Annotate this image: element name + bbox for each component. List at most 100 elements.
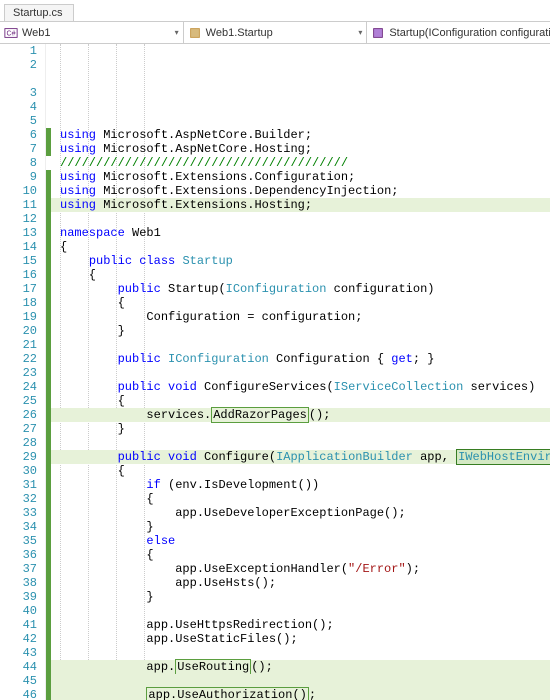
code-line[interactable] — [46, 646, 550, 660]
token-tp: IServiceCollection — [334, 380, 464, 394]
class-dropdown[interactable]: Web1.Startup ▾ — [184, 22, 368, 43]
change-bar — [46, 282, 51, 296]
token-kw: void — [168, 450, 197, 464]
token-id: { — [60, 492, 154, 506]
code-line[interactable]: { — [46, 240, 550, 254]
code-line[interactable]: app.UseDeveloperExceptionPage(); — [46, 506, 550, 520]
change-bar — [46, 394, 51, 408]
token-id: configuration; — [254, 310, 362, 324]
code-line[interactable]: using Microsoft.AspNetCore.Hosting; — [46, 142, 550, 156]
line-number-gutter: 1234567891011121314151617181920212223242… — [0, 44, 46, 700]
token-id: { — [60, 240, 67, 254]
code-line[interactable]: public void Configure(IApplicationBuilde… — [46, 450, 550, 464]
token-id: (); — [309, 408, 331, 422]
code-line[interactable]: { — [46, 268, 550, 282]
code-line[interactable]: namespace Web1 — [46, 226, 550, 240]
code-line[interactable]: using Microsoft.Extensions.DependencyInj… — [46, 184, 550, 198]
token-id — [60, 450, 118, 464]
change-bar — [46, 632, 51, 646]
code-line[interactable] — [46, 674, 550, 688]
token-id: app, — [413, 450, 456, 464]
code-line[interactable]: public class Startup — [46, 254, 550, 268]
token-id: services) — [463, 380, 535, 394]
code-line[interactable]: } — [46, 422, 550, 436]
code-line[interactable]: app.UseHttpsRedirection(); — [46, 618, 550, 632]
code-line[interactable]: { — [46, 394, 550, 408]
change-bar — [46, 366, 51, 380]
change-bar — [46, 478, 51, 492]
code-line[interactable]: { — [46, 548, 550, 562]
code-line[interactable] — [46, 604, 550, 618]
code-line[interactable] — [46, 366, 550, 380]
token-id: Configuration — [60, 310, 247, 324]
token-kw: public — [118, 450, 161, 464]
code-line[interactable]: public IConfiguration Configuration { ge… — [46, 352, 550, 366]
code-editor[interactable]: 1234567891011121314151617181920212223242… — [0, 44, 550, 700]
token-tp: Startup — [182, 254, 232, 268]
line-number: 35 — [0, 534, 37, 548]
change-bar — [46, 464, 51, 478]
token-id — [161, 380, 168, 394]
code-line[interactable]: app.UseExceptionHandler("/Error"); — [46, 562, 550, 576]
code-line[interactable]: if (env.IsDevelopment()) — [46, 478, 550, 492]
change-bar — [46, 674, 51, 688]
code-line[interactable]: { — [46, 464, 550, 478]
line-number: 12 — [0, 212, 37, 226]
class-icon — [188, 26, 202, 40]
code-line[interactable] — [46, 212, 550, 226]
line-number — [0, 72, 37, 86]
code-line[interactable]: //////////////////////////////////////// — [46, 156, 550, 170]
token-id: { — [60, 268, 96, 282]
change-bar — [46, 660, 51, 674]
project-dropdown[interactable]: C# Web1 ▾ — [0, 22, 184, 43]
line-number: 43 — [0, 646, 37, 660]
code-line[interactable]: app.UseStaticFiles(); — [46, 632, 550, 646]
code-line[interactable]: using Microsoft.Extensions.Hosting; — [46, 198, 550, 212]
code-line[interactable]: app.UseHsts(); — [46, 576, 550, 590]
code-line[interactable]: public void ConfigureServices(IServiceCo… — [46, 380, 550, 394]
token-id: ; — [309, 688, 316, 700]
token-id — [60, 534, 146, 548]
code-line[interactable]: else — [46, 534, 550, 548]
token-id: } — [60, 590, 154, 604]
code-line[interactable]: } — [46, 520, 550, 534]
code-line[interactable]: services.AddRazorPages(); — [46, 408, 550, 422]
token-id: Startup( — [161, 282, 226, 296]
code-line[interactable]: app.UseAuthorization(); — [46, 688, 550, 700]
token-id: Microsoft.Extensions.Configuration; — [96, 170, 355, 184]
member-dropdown[interactable]: Startup(IConfiguration configuration) — [367, 22, 550, 43]
line-number: 10 — [0, 184, 37, 198]
token-id: configuration) — [326, 282, 434, 296]
class-name: Web1.Startup — [206, 27, 273, 39]
code-line[interactable]: { — [46, 492, 550, 506]
member-name: Startup(IConfiguration configuration) — [389, 27, 550, 39]
change-bar — [46, 506, 51, 520]
token-id: app.UseStaticFiles(); — [60, 632, 298, 646]
code-line[interactable]: Configuration = configuration; — [46, 310, 550, 324]
code-line[interactable]: } — [46, 324, 550, 338]
line-number: 8 — [0, 156, 37, 170]
code-line[interactable]: using Microsoft.AspNetCore.Builder; — [46, 128, 550, 142]
file-tab[interactable]: Startup.cs — [4, 4, 74, 21]
change-bar — [46, 352, 51, 366]
line-number: 36 — [0, 548, 37, 562]
code-line[interactable]: public Startup(IConfiguration configurat… — [46, 282, 550, 296]
line-number: 2 — [0, 58, 37, 72]
line-number: 13 — [0, 226, 37, 240]
change-bar — [46, 226, 51, 240]
token-id: (env.IsDevelopment()) — [161, 478, 319, 492]
code-line[interactable]: { — [46, 296, 550, 310]
line-number: 7 — [0, 142, 37, 156]
code-area[interactable]: using Microsoft.AspNetCore.Builder;using… — [46, 44, 550, 700]
code-line[interactable]: using Microsoft.Extensions.Configuration… — [46, 170, 550, 184]
change-bar — [46, 142, 51, 156]
change-bar — [46, 646, 51, 660]
code-line[interactable]: app.UseRouting(); — [46, 660, 550, 674]
token-cmt: //////////////////////////////////////// — [60, 156, 348, 170]
code-line[interactable] — [46, 436, 550, 450]
line-number: 14 — [0, 240, 37, 254]
token-id — [60, 254, 89, 268]
code-line[interactable] — [46, 338, 550, 352]
change-bar — [46, 170, 51, 184]
code-line[interactable]: } — [46, 590, 550, 604]
